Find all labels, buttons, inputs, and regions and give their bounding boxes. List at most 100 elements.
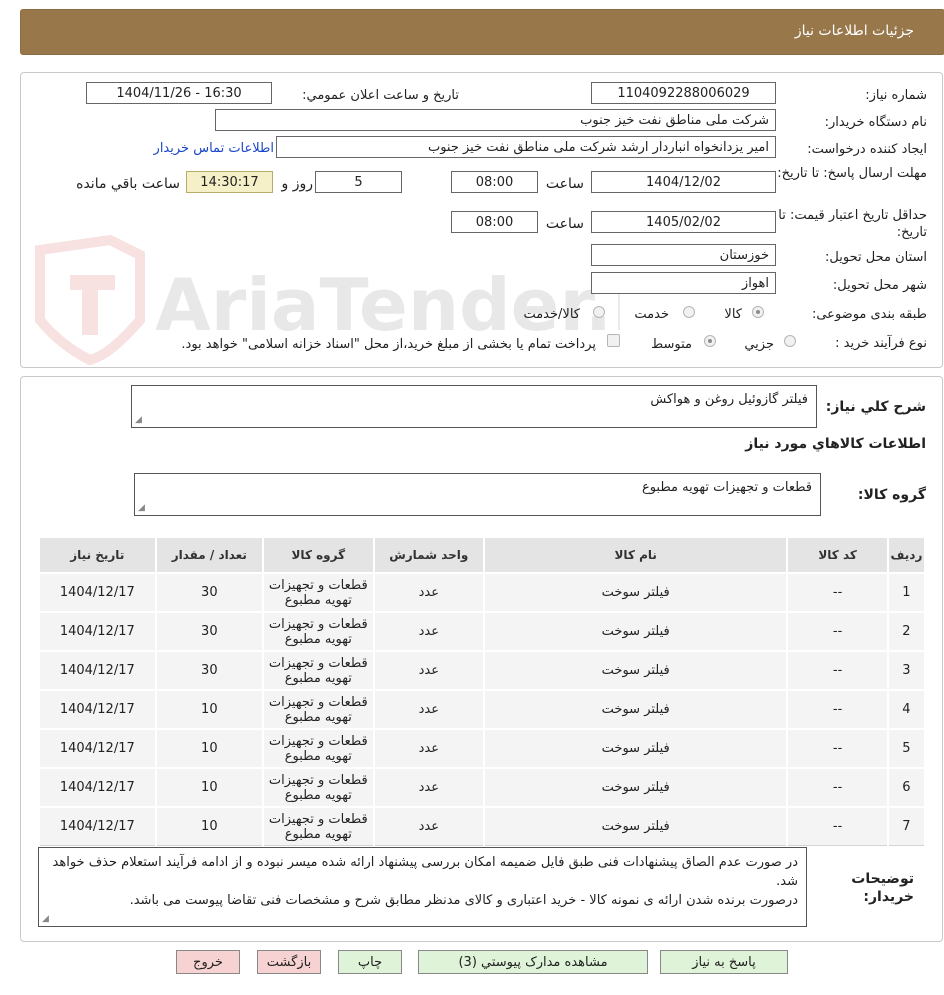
back-button[interactable]: بازگشت — [257, 950, 321, 974]
cell-name: فیلتر سوخت — [483, 806, 789, 846]
remaining-label: ساعت باقي مانده — [76, 176, 180, 192]
table-row: 7 -- فیلتر سوخت عدد قطعات و تجهيزات تهوي… — [38, 806, 927, 846]
category-option-both: کالا/خدمت — [523, 307, 580, 322]
cell-name: فیلتر سوخت — [483, 650, 789, 691]
cell-group: قطعات و تجهيزات تهويه مطبوع — [262, 806, 375, 846]
cell-row-number: 3 — [886, 650, 927, 691]
buyer-org-field: شرکت ملی مناطق نفت خیز جنوب — [215, 109, 776, 131]
watermark-text: AriaTender.net — [155, 263, 620, 347]
city-label: شهر محل تحويل: — [832, 278, 927, 293]
cell-unit: عدد — [372, 728, 486, 769]
cell-name: فیلتر سوخت — [483, 572, 789, 613]
cell-row-number: 2 — [886, 611, 927, 652]
page-header: جزئیات اطلاعات نیاز — [20, 9, 944, 55]
page-title: جزئیات اطلاعات نیاز — [794, 23, 914, 39]
reply-button[interactable]: پاسخ به نياز — [660, 950, 788, 974]
table-row: 5 -- فیلتر سوخت عدد قطعات و تجهيزات تهوي… — [38, 728, 927, 769]
goods-group-text: قطعات و تجهيزات تهويه مطبوع — [641, 480, 812, 495]
cell-unit: عدد — [372, 806, 486, 846]
cell-need-date: 1404/12/17 — [38, 572, 157, 613]
deadline-time-label: ساعت — [545, 176, 584, 192]
cell-code: -- — [786, 728, 889, 769]
table-row: 3 -- فیلتر سوخت عدد قطعات و تجهيزات تهوي… — [38, 650, 927, 691]
days-label: روز و — [281, 176, 314, 192]
cell-group: قطعات و تجهيزات تهويه مطبوع — [262, 728, 375, 769]
buyer-org-label: نام دستگاه خريدار: — [824, 115, 927, 130]
cell-need-date: 1404/12/17 — [38, 728, 157, 769]
deadline-date-field: 1404/12/02 — [591, 171, 776, 193]
validity-time-label: ساعت — [545, 216, 584, 232]
need-number-label: شماره نیاز: — [865, 88, 927, 103]
cell-row-number: 5 — [886, 728, 927, 769]
general-desc-text: فیلتر گازوئیل روغن و هواکش — [650, 392, 808, 407]
deadline-time-field: 08:00 — [451, 171, 538, 193]
process-option-minor: جزیي — [744, 337, 774, 352]
cell-code: -- — [786, 689, 889, 730]
cell-code: -- — [786, 572, 889, 613]
resize-grip-icon[interactable]: ◢ — [135, 416, 142, 425]
table-header-row: رديف کد کالا نام کالا واحد شمارش گروه کا… — [38, 536, 927, 574]
cell-group: قطعات و تجهيزات تهويه مطبوع — [262, 767, 375, 808]
cell-quantity: 10 — [154, 689, 265, 730]
general-desc-field: فیلتر گازوئیل روغن و هواکش ◢ — [131, 385, 817, 428]
cell-quantity: 10 — [154, 806, 265, 846]
cell-code: -- — [786, 806, 889, 846]
col-header-code: کد کالا — [786, 536, 889, 574]
items-table: رديف کد کالا نام کالا واحد شمارش گروه کا… — [38, 536, 927, 846]
cell-row-number: 1 — [886, 572, 927, 613]
city-field: اهواز — [591, 272, 776, 294]
process-option-medium: متوسط — [651, 337, 692, 352]
cell-name: فیلتر سوخت — [483, 767, 789, 808]
validity-time-field: 08:00 — [451, 211, 538, 233]
payment-note: پرداخت تمام يا بخشی از مبلغ خريد،از محل … — [181, 337, 596, 352]
cell-row-number: 7 — [886, 806, 927, 846]
treasury-payment-checkbox[interactable] — [607, 334, 620, 347]
requester-label: ايجاد کننده درخواست: — [807, 142, 927, 157]
category-radio-service[interactable] — [683, 306, 695, 318]
cell-unit: عدد — [372, 767, 486, 808]
cell-unit: عدد — [372, 572, 486, 613]
cell-need-date: 1404/12/17 — [38, 689, 157, 730]
cell-group: قطعات و تجهيزات تهويه مطبوع — [262, 689, 375, 730]
view-attachments-button[interactable]: مشاهده مدارک پيوستي (3) — [418, 950, 648, 974]
process-radio-minor[interactable] — [784, 335, 796, 347]
category-radio-both[interactable] — [593, 306, 605, 318]
resize-grip-icon[interactable]: ◢ — [138, 504, 145, 513]
announce-field: 1404/11/26 - 16:30 — [86, 82, 272, 104]
process-radio-medium[interactable] — [704, 335, 716, 347]
resize-grip-icon[interactable]: ◢ — [42, 915, 49, 924]
category-option-goods: کالا — [724, 307, 742, 322]
requester-field: امیر یزدانخواه انباردار ارشد شرکت ملی من… — [276, 136, 776, 158]
cell-unit: عدد — [372, 650, 486, 691]
cell-need-date: 1404/12/17 — [38, 611, 157, 652]
validity-label-text: حداقل تاريخ اعتبار قيمت: تا تاريخ: — [778, 208, 927, 240]
category-radio-goods[interactable] — [752, 306, 764, 318]
cell-quantity: 10 — [154, 767, 265, 808]
cell-group: قطعات و تجهيزات تهويه مطبوع — [262, 611, 375, 652]
cell-code: -- — [786, 767, 889, 808]
cell-unit: عدد — [372, 689, 486, 730]
cell-quantity: 10 — [154, 728, 265, 769]
category-label: طبقه بندی موضوعی: — [811, 307, 927, 322]
cell-name: فیلتر سوخت — [483, 689, 789, 730]
cell-quantity: 30 — [154, 572, 265, 613]
process-label: نوع فرآيند خريد : — [835, 336, 927, 351]
cell-need-date: 1404/12/17 — [38, 767, 157, 808]
category-option-service: خدمت — [634, 307, 669, 322]
cell-group: قطعات و تجهيزات تهويه مطبوع — [262, 650, 375, 691]
cell-name: فیلتر سوخت — [483, 728, 789, 769]
general-desc-label: شرح کلي نياز: — [825, 399, 926, 415]
buyer-notes-field: در صورت عدم الصاق پیشنهادات فنی طبق فایل… — [38, 847, 807, 927]
exit-button[interactable]: خروج — [176, 950, 240, 974]
remaining-time-field: 14:30:17 — [186, 171, 273, 193]
cell-unit: عدد — [372, 611, 486, 652]
buyer-contact-link[interactable]: اطلاعات تماس خريدار — [154, 141, 274, 156]
table-row: 4 -- فیلتر سوخت عدد قطعات و تجهيزات تهوي… — [38, 689, 927, 730]
buyer-notes-label: توضيحات خريدار: — [844, 870, 914, 906]
deadline-label-text: مهلت ارسال پاسخ: تا تاريخ: — [777, 166, 927, 181]
announce-label: تاریخ و ساعت اعلان عمومي: — [302, 88, 459, 103]
col-header-need-date: تاريخ نياز — [38, 536, 157, 574]
table-row: 2 -- فیلتر سوخت عدد قطعات و تجهيزات تهوي… — [38, 611, 927, 652]
buyer-notes-line-1: در صورت عدم الصاق پیشنهادات فنی طبق فایل… — [52, 855, 798, 889]
print-button[interactable]: چاپ — [338, 950, 402, 974]
